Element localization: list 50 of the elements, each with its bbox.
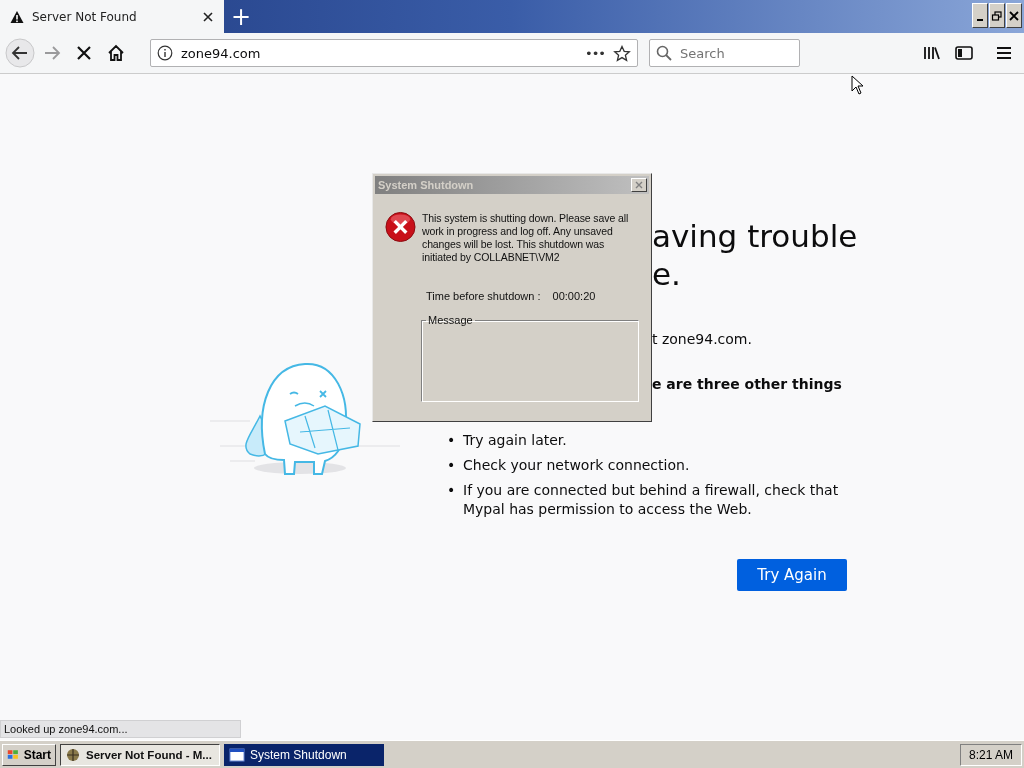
info-icon[interactable] [157, 45, 173, 61]
menu-icon [996, 46, 1012, 60]
taskbar-button[interactable]: System Shutdown [224, 743, 384, 766]
close-icon[interactable] [202, 10, 214, 23]
group-label: Message [427, 314, 474, 326]
status-text: Looked up zone94.com... [0, 720, 241, 738]
shutdown-message: This system is shutting down. Please save all work in progress and log off. Any unsaved changes will be lost. This shutdown was initiated by COLLABNET\VM2 [422, 212, 630, 264]
error-message: t zone94.com. [652, 331, 752, 347]
error-lead: e are three other things [652, 376, 842, 392]
suggestion-item: Try again later. [463, 431, 567, 450]
clock: 8:21 AM [960, 743, 1022, 766]
page-actions-button[interactable]: ••• [585, 45, 605, 61]
time-label: Time before shutdown : [426, 290, 541, 302]
bullet-mark: • [447, 456, 455, 475]
minimize-icon [977, 19, 983, 21]
minimize-button[interactable] [972, 3, 988, 28]
bullet-mark: • [447, 431, 455, 450]
back-button[interactable] [4, 37, 36, 69]
taskbar-button[interactable]: Server Not Found - M... [60, 743, 220, 766]
error-heading: e. [652, 255, 681, 293]
new-tab-button[interactable]: + [224, 0, 258, 33]
star-icon[interactable] [613, 44, 631, 62]
suggestion-item: If you are connected but behind a firewall, check that Mypal has permission to access the Web. [463, 481, 840, 519]
suggestion-item: Check your network connection. [463, 456, 690, 475]
search-field[interactable]: Search [649, 39, 800, 67]
start-button[interactable]: Start [2, 743, 56, 766]
dialog-title: System Shutdown [378, 179, 474, 191]
sidebar-icon [955, 45, 973, 61]
close-icon [635, 181, 643, 189]
close-icon [1008, 9, 1020, 22]
restore-button[interactable] [989, 3, 1005, 28]
windows-logo-icon [7, 747, 19, 762]
search-icon [656, 45, 672, 61]
countdown-value: 00:00:20 [552, 290, 596, 302]
restore-icon [991, 9, 1003, 22]
globe-icon [65, 746, 81, 763]
stop-icon [76, 45, 92, 61]
close-button[interactable] [631, 178, 647, 192]
try-again-button[interactable]: Try Again [737, 559, 847, 591]
back-icon [5, 38, 35, 68]
browser-tab[interactable]: Server Not Found [0, 0, 224, 33]
error-heading: aving trouble [652, 217, 858, 255]
error-icon [385, 210, 416, 243]
bullet-mark: • [447, 481, 455, 500]
home-icon [107, 44, 125, 62]
close-button[interactable] [1006, 3, 1022, 28]
window-icon [229, 746, 245, 763]
address-bar[interactable]: zone94.com ••• [150, 39, 638, 67]
warning-icon [10, 9, 24, 24]
library-icon [923, 45, 941, 61]
